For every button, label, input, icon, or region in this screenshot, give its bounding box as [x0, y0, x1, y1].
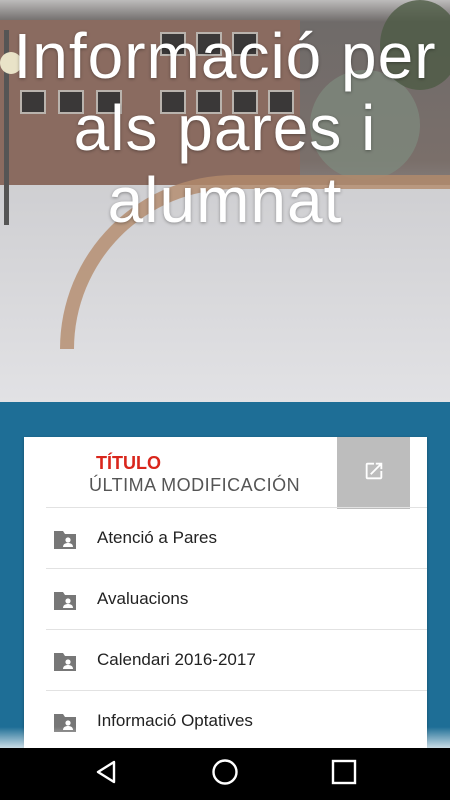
- system-nav-bar: [0, 748, 450, 800]
- folder-shared-icon: [52, 651, 78, 678]
- list-item[interactable]: Atenció a Pares: [46, 507, 427, 568]
- hero-title: Informació per als pares i alumnat: [13, 20, 437, 236]
- scroll-fade: [0, 727, 450, 749]
- hero-banner: Informació per als pares i alumnat: [0, 0, 450, 402]
- list-item-label: Avaluacions: [97, 589, 189, 608]
- list-item-label: Calendari 2016-2017: [97, 650, 256, 669]
- folder-shared-icon: [52, 590, 78, 617]
- list-item[interactable]: Avaluacions: [46, 568, 427, 629]
- home-button[interactable]: [209, 758, 241, 790]
- open-in-new-icon: [363, 460, 385, 487]
- card-header: TÍTULO ÚLTIMA MODIFICACIÓN: [24, 437, 427, 509]
- header-subtitle: ÚLTIMA MODIFICACIÓN: [89, 475, 301, 495]
- folder-shared-icon: [52, 529, 78, 556]
- back-button[interactable]: [90, 758, 122, 790]
- list-item-label: Atenció a Pares: [97, 528, 218, 547]
- header-title: TÍTULO: [96, 453, 161, 473]
- back-triangle-icon: [93, 759, 119, 790]
- documents-card: TÍTULO ÚLTIMA MODIFICACIÓN Atenció a Par…: [24, 437, 427, 757]
- list-item[interactable]: Calendari 2016-2017: [46, 629, 427, 690]
- recents-square-icon: [331, 759, 357, 790]
- home-circle-icon: [211, 758, 239, 791]
- open-external-button[interactable]: [337, 437, 410, 509]
- recents-button[interactable]: [328, 758, 360, 790]
